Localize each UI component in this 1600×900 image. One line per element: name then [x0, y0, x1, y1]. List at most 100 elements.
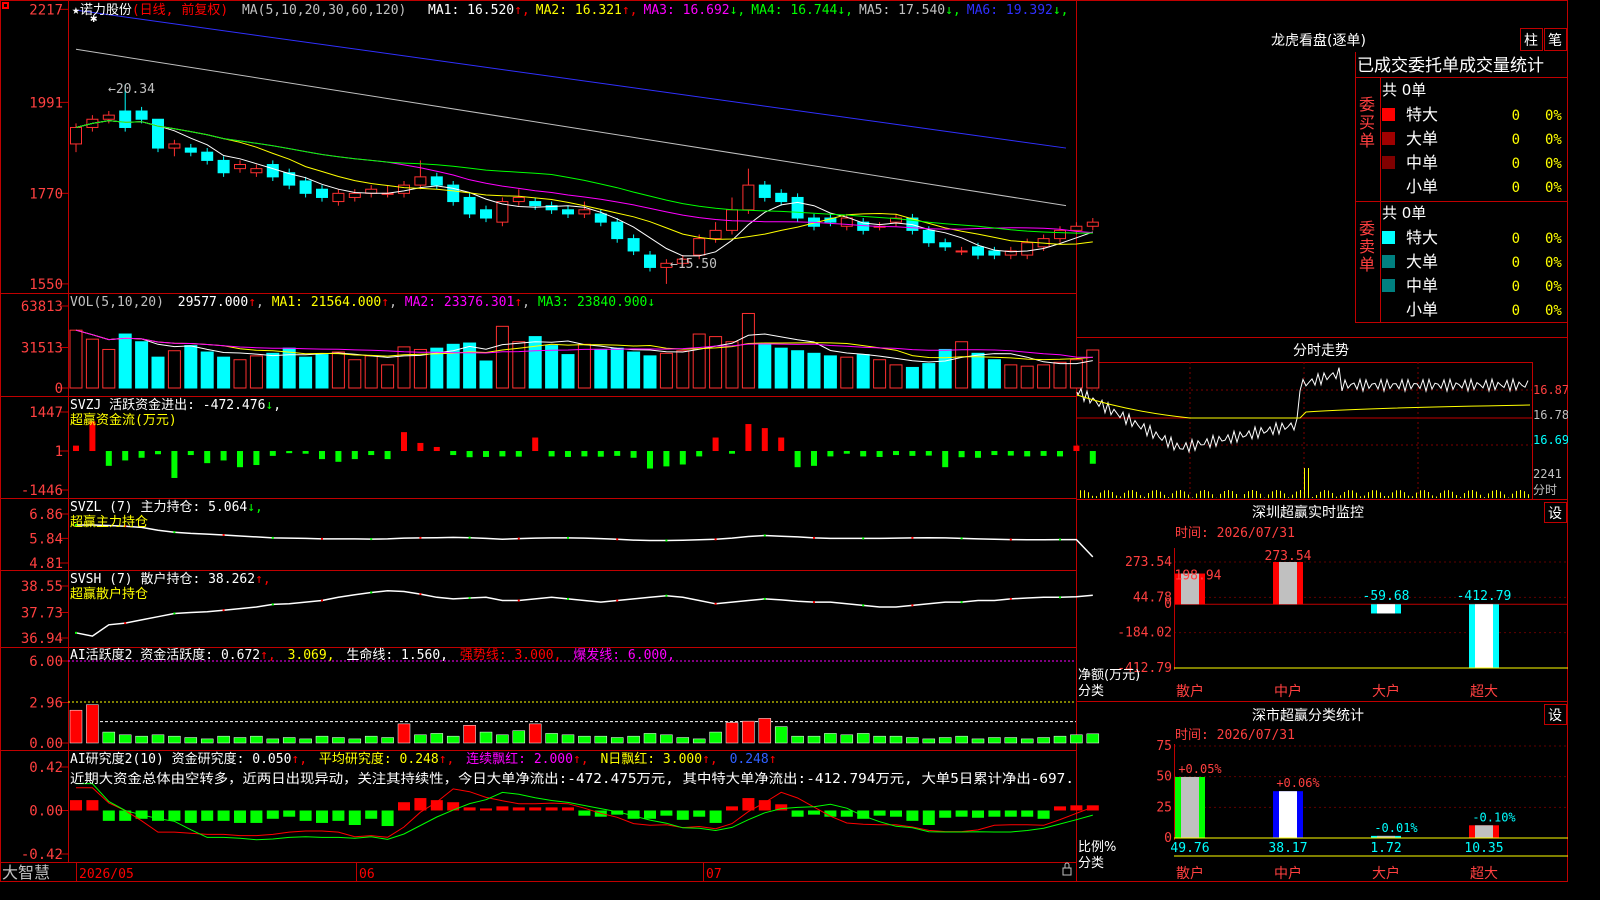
order-qty: 0	[1512, 303, 1520, 319]
volume-bar	[791, 350, 805, 389]
consecutive-red: 连续飘红: 2.000	[466, 751, 573, 767]
intraday-title: 分时走势	[1293, 343, 1349, 359]
svzj-bar	[893, 451, 899, 456]
order-qty: 0	[1512, 108, 1520, 124]
monitor-tick: -184.02	[1117, 626, 1172, 641]
candle-body	[168, 143, 181, 149]
svzj-bar	[761, 428, 768, 452]
ai-active-bar	[528, 723, 542, 744]
classify-tick: 75	[1156, 739, 1172, 754]
holding-dot	[714, 602, 717, 605]
ai-research-bar	[480, 808, 492, 811]
price-axis: 2217 1991 1770 1550	[29, 2, 68, 293]
svzj-bar	[155, 451, 161, 455]
volume-bar	[463, 342, 477, 389]
volume-bar	[709, 336, 723, 389]
ai-active-bar	[709, 731, 722, 744]
ai-research-bar	[529, 807, 542, 811]
intraday-vol-bar	[1448, 490, 1449, 498]
vol-ma2: MA2: 23376.301	[405, 295, 515, 310]
svzl-header: SVZL (7) 主力持仓: 5.064	[70, 500, 247, 515]
ai-research-bar	[890, 810, 902, 817]
ai-research-bar	[1021, 810, 1034, 817]
ma-arrow: ↑,	[514, 3, 530, 18]
classify-title: 深市超赢分类统计	[1252, 707, 1364, 724]
axis-tick-label: 0.42	[29, 760, 63, 776]
intraday-vol-bar	[1284, 493, 1285, 498]
axis-tick-label: 2.96	[29, 696, 63, 712]
volume-bar	[299, 356, 313, 389]
ai-research-bar	[348, 810, 361, 825]
axis-tick-label: -0.42	[21, 847, 63, 863]
svzj-bar	[204, 451, 211, 464]
order-type: 大单	[1406, 129, 1438, 148]
intraday-vol-bar	[1428, 491, 1429, 498]
holding-dot	[911, 536, 914, 539]
classify-settings-button[interactable]: 设	[1544, 704, 1567, 725]
ai-research-bar	[266, 810, 279, 819]
svzj-bar	[991, 451, 998, 456]
ai-active-bar	[1053, 735, 1067, 744]
ai-research-bar	[496, 806, 509, 811]
intraday-vol-bar	[1480, 494, 1481, 498]
svzl-subtitle: 超赢主力持仓	[70, 514, 148, 530]
candle-body	[512, 196, 525, 203]
intraday-vol-bar	[1512, 493, 1513, 498]
intraday-vol-bar	[1524, 491, 1525, 498]
chart-canvas[interactable]: 2217 1991 1770 1550 ✱ 63813 31513 0 1447 1 -144…	[0, 0, 1569, 882]
date-tick: 06	[359, 867, 375, 882]
lock-icon[interactable]	[1062, 862, 1072, 876]
volume-bar	[1037, 364, 1051, 389]
candle-body	[742, 184, 755, 211]
svzj-bar	[187, 451, 194, 456]
intraday-vol-bar	[1356, 492, 1357, 498]
monitor-bar-inner	[1279, 562, 1297, 605]
ai-active-bar	[791, 735, 804, 744]
holding-dot	[468, 596, 471, 599]
intraday-vol-bar	[1092, 495, 1093, 498]
volume-bar	[741, 312, 755, 389]
holding-dot	[960, 537, 963, 540]
intraday-vol-bar	[1460, 496, 1461, 498]
volume-bar	[922, 363, 936, 389]
candle-body	[1070, 225, 1083, 231]
candle-body	[709, 229, 722, 240]
axis-tick-label: 31513	[21, 341, 63, 357]
axis-tick-label: -1446	[21, 483, 63, 499]
intraday-vol-bar	[1432, 495, 1433, 498]
vertical-char: 委	[1359, 219, 1375, 238]
ai-research-axis: 0.42 0.00 -0.42	[21, 760, 68, 863]
candlestick-series	[70, 84, 1099, 284]
ai-active-bar	[69, 709, 83, 744]
volume-bar	[348, 359, 362, 389]
vertical-char: 买	[1359, 113, 1375, 132]
ai-active-bar	[282, 737, 296, 744]
intraday-vol-bar	[1352, 490, 1353, 498]
bar-mode-button[interactable]: 柱	[1520, 28, 1543, 51]
svzj-bar	[220, 451, 227, 461]
svzj-bar	[499, 451, 506, 457]
arrow-icon[interactable]	[2, 2, 9, 9]
intraday-vol-bar	[1312, 496, 1313, 498]
order-color-box	[1382, 279, 1395, 292]
svzj-bar	[483, 451, 489, 457]
ai-active-bar	[266, 738, 280, 744]
svzj-bar	[384, 451, 391, 460]
intraday-vol-bar	[1248, 491, 1249, 498]
svzj-bar	[122, 451, 129, 461]
intraday-vol-bar	[1392, 492, 1393, 498]
ai-active-bar	[594, 735, 608, 744]
axis-tick-label: 5.84	[29, 531, 63, 547]
monitor-title: 深圳超赢实时监控	[1252, 504, 1364, 521]
svzj-bar	[466, 451, 473, 458]
axis-tick-label: 6.00	[29, 654, 63, 670]
intraday-vol-bar	[1528, 494, 1529, 498]
monitor-settings-button[interactable]: 设	[1544, 502, 1567, 523]
monitor-category: 散户	[1176, 683, 1204, 700]
volume-bar	[69, 329, 83, 389]
intraday-vol-bar	[1400, 490, 1401, 498]
candle-body	[529, 201, 542, 207]
volume-bar	[331, 351, 345, 389]
intraday-vol-bar	[1256, 490, 1257, 498]
tick-mode-button[interactable]: 笔	[1544, 28, 1567, 51]
